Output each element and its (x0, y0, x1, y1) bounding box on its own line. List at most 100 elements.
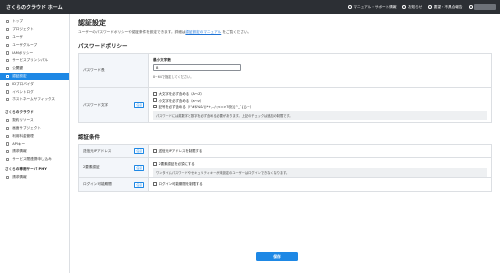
sidebar-item-label: 公開鍵 (12, 66, 23, 71)
sidebar-item[interactable]: サービスプリンシパル (0, 57, 69, 65)
password-chars-row: パスワード文字 任意 大文字を必ず含める（A～Z） 小文字を必ず含める（a～z）… (79, 88, 491, 122)
menu-item-icon (6, 150, 10, 154)
require-uppercase-checkbox[interactable]: 大文字を必ず含める（A～Z） (153, 91, 487, 96)
checkbox-icon (153, 92, 157, 96)
menu-item-icon (6, 134, 10, 138)
optional-badge: 任意 (134, 181, 144, 188)
min-length-title: 最小文字数 (153, 58, 171, 62)
checkbox-icon (153, 182, 157, 186)
manual-link[interactable]: マニュアル・サポート情報 (347, 5, 396, 10)
notice-link[interactable]: お知らせ (402, 5, 422, 10)
menu-item-icon (6, 35, 10, 40)
sidebar-item-label: トップ (12, 19, 23, 24)
sidebar-item-label: APIキー (12, 141, 26, 146)
menu-item-icon (6, 142, 10, 146)
menu-item-icon (6, 59, 10, 63)
manual-link-inline[interactable]: 認証設定のマニュアル (185, 30, 221, 34)
menu-item-icon (6, 43, 10, 47)
sidebar-item-label: 画面サブジェクト (12, 125, 41, 130)
min-length-input[interactable]: 8 (153, 64, 241, 71)
sidebar-item-label: ユーザ (12, 34, 23, 39)
sidebar-item[interactable]: 公開鍵 (0, 65, 69, 73)
auth-conditions-table: 送信元IPアドレス 任意 送信元IPアドレスを制限する 2要素認証 任意 2要素… (78, 144, 492, 192)
sidebar-item[interactable]: トップ (0, 18, 69, 26)
sidebar-item[interactable]: 契約リソース (0, 117, 69, 125)
menu-item-icon (6, 175, 10, 180)
sidebar-item[interactable]: ユーザ (0, 34, 69, 42)
sidebar-section-phy: さくらの専用サーバ PHY (5, 166, 47, 171)
menu-item-icon (6, 28, 10, 32)
sidebar-item-label: 請求情報 (12, 149, 27, 154)
sidebar-item[interactable]: 画面サブジェクト (0, 125, 69, 133)
sidebar-item[interactable]: IAMポリシー (0, 49, 69, 57)
top-bar-menu: マニュアル・サポート情報 お知らせ 要望・不具合報告 (347, 4, 500, 10)
sidebar-item-label: 請求情報 (12, 174, 27, 179)
sidebar-item[interactable]: ユーザグループ (0, 41, 69, 49)
sidebar-item-label: ユーザグループ (12, 42, 38, 47)
sidebar-item-label: ホストネームサフィックス (12, 97, 56, 102)
sidebar-item[interactable]: 請求情報 (0, 174, 69, 182)
sidebar-item-label: サービス間連携申し込み (12, 157, 52, 162)
sidebar-item[interactable]: 利用料金管理 (0, 132, 69, 140)
sidebar-item-label: IAMポリシー (12, 50, 34, 55)
page-title: 認証設定 (78, 19, 106, 27)
ip-restriction-checkbox[interactable]: 送信元IPアドレスを制限する (153, 148, 487, 153)
optional-badge: 任意 (134, 102, 144, 108)
require-lowercase-checkbox[interactable]: 小文字を必ず含める（a～z） (153, 98, 487, 103)
sidebar-item-label: IDプロバイダ (12, 81, 34, 86)
sidebar-item[interactable]: サービス間連携申し込み (0, 156, 69, 164)
sidebar-item-label: プロジェクト (12, 27, 34, 32)
checkbox-icon (153, 149, 157, 153)
sidebar-item[interactable]: 認証設定 (0, 72, 69, 81)
menu-item-icon (6, 67, 10, 71)
checkbox-icon (153, 162, 157, 166)
sidebar-item[interactable]: IDプロバイダ (0, 80, 69, 88)
feedback-link[interactable]: 要望・不具合報告 (428, 5, 463, 10)
min-length-help: 8~64で指定してください。 (153, 75, 194, 79)
require-symbol-checkbox[interactable]: 記号を必ず含める（!"#$%&'()*+,-./:;<=>?@[\]^_`{|}… (153, 104, 487, 109)
menu-item-icon (6, 90, 10, 94)
password-policy-table: パスワード長 最小文字数 8 8~64で指定してください。 パスワード文字 任意… (78, 53, 492, 123)
bell-icon (402, 5, 407, 9)
sidebar-item[interactable]: イベントログ (0, 88, 69, 96)
two-factor-row: 2要素認証 任意 2要素認証を必須にする ワンタイムパスワードやセキュリティキー… (79, 158, 491, 178)
two-factor-note: ワンタイムパスワードやセキュリティキーが未設定のユーザーはログインできなくなりま… (153, 167, 487, 177)
checkbox-icon (153, 98, 157, 103)
account-menu[interactable] (468, 4, 496, 10)
mail-icon (428, 5, 433, 9)
sidebar-item-label: 認証設定 (12, 73, 27, 78)
optional-badge: 任意 (134, 148, 144, 154)
main-content: 認証設定 ユーザーのパスワードポリシーや認証条件を設定できます。詳細は認証設定の… (70, 14, 500, 273)
password-length-label: パスワード長 (79, 54, 149, 87)
ip-restriction-row: 送信元IPアドレス 任意 送信元IPアドレスを制限する (79, 145, 491, 158)
auth-conditions-title: 認証条件 (78, 135, 101, 141)
password-chars-label: パスワード文字 任意 (79, 88, 149, 122)
two-factor-checkbox[interactable]: 2要素認証を必須にする (153, 161, 487, 166)
brand-title[interactable]: さくらのクラウド ホーム (0, 4, 70, 11)
top-bar: さくらのクラウド ホーム マニュアル・サポート情報 お知らせ 要望・不具合報告 (0, 0, 500, 14)
menu-item-icon (6, 82, 10, 86)
sidebar-item-label: サービスプリンシパル (12, 58, 49, 63)
menu-item-icon (6, 126, 10, 131)
sidebar: トッププロジェクト ユーザユーザグループ IAMポリシーサービスプリンシパル 公開鍵認… (0, 14, 70, 273)
password-chars-note: パスワードには英数字と数字を必ず含める必要があります。上記のチェックは追加の制限… (153, 110, 487, 120)
menu-item-icon (6, 98, 10, 102)
save-button[interactable]: 保存 (256, 252, 298, 261)
sidebar-item[interactable]: プロジェクト (0, 26, 69, 34)
sidebar-item[interactable]: 請求情報 (0, 148, 69, 156)
checkbox-icon (153, 104, 157, 109)
login-period-row: ログイン可能期間 任意 ログイン可能期間を制限する (79, 178, 491, 191)
optional-badge: 任意 (134, 164, 144, 171)
password-length-row: パスワード長 最小文字数 8 8~64で指定してください。 (79, 54, 491, 88)
menu-item-icon (6, 158, 10, 162)
sidebar-item-label: イベントログ (12, 89, 34, 94)
sidebar-item[interactable]: ホストネームサフィックス (0, 96, 69, 104)
help-icon (347, 5, 352, 9)
sidebar-section-cloud: さくらのクラウド (5, 109, 34, 114)
sidebar-item[interactable]: APIキー (0, 140, 69, 148)
menu-item-icon (6, 119, 10, 123)
menu-item-icon (6, 51, 10, 55)
login-period-checkbox[interactable]: ログイン可能期間を制限する (153, 181, 487, 186)
page-description: ユーザーのパスワードポリシーや認証条件を設定できます。詳細は認証設定のマニュアル… (78, 30, 252, 34)
user-icon (468, 5, 473, 9)
